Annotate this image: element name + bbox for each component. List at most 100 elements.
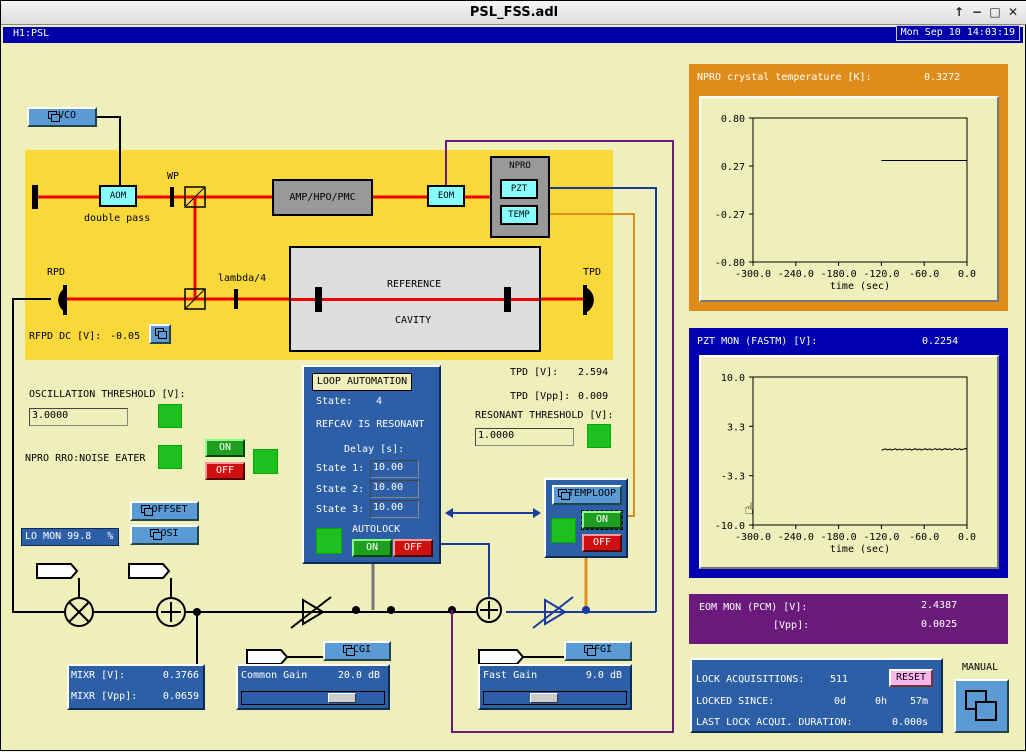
npro-temp-value: 0.3272 <box>924 72 961 83</box>
fast-gain-slider-thumb[interactable] <box>530 693 558 703</box>
tpd-v-value: 2.594 <box>578 367 609 378</box>
common-gain-label: Common Gain <box>241 670 308 681</box>
manual-button[interactable] <box>954 679 1009 733</box>
common-gain-slider[interactable] <box>241 691 385 705</box>
common-gain-slider-thumb[interactable] <box>328 693 356 703</box>
temploop-button[interactable]: TEMPLOOP <box>552 485 622 505</box>
y-tick-label: 0.80 <box>721 114 745 125</box>
x-tick-label: -240.0 <box>778 269 814 280</box>
common-gain-panel: Common Gain 20.0 dB <box>236 664 390 710</box>
cavity-label: CAVITY <box>395 315 432 326</box>
mixr-v-label: MIXR [V]: <box>71 670 126 681</box>
locked-since-days: 0d <box>834 696 847 707</box>
temploop-on-button[interactable]: ON <box>581 510 623 530</box>
y-tick-label: -10.0 <box>715 521 745 532</box>
common-gain-value: 20.0 dB <box>337 670 380 681</box>
rfpd-related-button[interactable] <box>149 324 171 344</box>
cavity-mirror-out <box>504 287 511 312</box>
cgi-button[interactable]: CGI <box>323 641 391 661</box>
amp-box: AMP/HPO/PMC <box>272 179 373 216</box>
loop-state3-input[interactable]: 10.00 <box>370 500 419 518</box>
x-tick-label: -300.0 <box>735 269 771 280</box>
oscillation-input[interactable]: 3.0000 <box>29 408 128 426</box>
loop-state2-label: State 2: <box>316 484 365 495</box>
resonant-indicator <box>587 424 611 448</box>
series-line <box>881 447 968 451</box>
offset-button[interactable]: OFFSET <box>130 501 199 521</box>
double-pass-label: double pass <box>84 213 151 224</box>
manual-window-icon-front <box>975 701 997 721</box>
locked-since-minutes: 57m <box>910 696 929 707</box>
pzt-mon-plot: 10.0 3.3 -3.3 -10.0 -300.0 -240.0 -180.0 -120.0… <box>699 355 999 569</box>
lambda4-label: lambda/4 <box>218 273 267 284</box>
wp-label: WP <box>167 171 180 182</box>
noise-eater-status-indicator <box>253 449 278 474</box>
oscillation-label: OSCILLATION THRESHOLD [V]: <box>29 389 186 400</box>
cavity-mirror-in <box>315 287 322 312</box>
resonant-threshold-label: RESONANT THRESHOLD [V]: <box>475 410 614 421</box>
npro-temp-chart: 0.80 0.27 -0.27 -0.80-300.0 -240.0 -180.0 -120… <box>715 114 976 292</box>
loop-state2-input[interactable]: 10.00 <box>370 480 419 498</box>
fss-window: PSL_FSS.adl ↑ − □ ✕ H1:PSL Mon Sep 10 14… <box>0 0 1026 751</box>
x-tick-label: -180.0 <box>821 269 857 280</box>
lo-mon-label: LO MON <box>25 531 62 542</box>
aom-box: AOM <box>99 185 137 207</box>
window-icon <box>557 489 570 500</box>
noise-eater-off-button[interactable]: OFF <box>205 462 245 480</box>
x-tick-label: -180.0 <box>821 532 857 543</box>
cavity-beam <box>291 298 539 301</box>
tpd-vpp-value: 0.009 <box>578 391 609 402</box>
autolock-on-button[interactable]: ON <box>352 539 392 557</box>
fast-gain-value: 9.0 dB <box>585 670 622 681</box>
autolock-off-button[interactable]: OFF <box>393 539 433 557</box>
mixr-vpp-value: 0.0659 <box>162 691 199 702</box>
x-tick-label: -60.0 <box>909 269 939 280</box>
loop-status-text: REFCAV IS RESONANT <box>316 419 425 430</box>
npro-temp-frame: NPRO crystal temperature [K]: 0.3272 0.8… <box>689 64 1008 311</box>
eom-mon-vpp-value: 0.0025 <box>921 619 958 630</box>
eom-box: EOM <box>427 185 465 207</box>
loop-delay-label: Delay [s]: <box>344 444 405 455</box>
hand-cursor-icon: ☝ <box>744 499 754 518</box>
autolock-indicator <box>316 528 342 554</box>
lo-mon-value: 99.8 <box>67 531 92 542</box>
eom-mon-value: 2.4387 <box>921 600 958 611</box>
pzt-mon-chart: 10.0 3.3 -3.3 -10.0-300.0 -240.0 -180.0 -120.0… <box>715 373 976 555</box>
pzt-box: PZT <box>500 179 538 199</box>
lock-stats-panel: LOCK ACQUISITIONS: 511 RESET LOCKED SINC… <box>690 658 943 733</box>
reference-label: REFERENCE <box>387 279 442 290</box>
temp-box: TEMP <box>500 205 538 225</box>
pzt-mon-frame: PZT MON (FASTM) [V]: 0.2254 10.0 3.3 -3.3 -… <box>689 328 1008 578</box>
window-icon <box>583 645 596 656</box>
fast-gain-slider[interactable] <box>483 691 627 705</box>
x-tick-label: 0.0 <box>958 532 976 543</box>
loop-automation-panel: LOOP AUTOMATION State: 4 REFCAV IS RESON… <box>302 365 441 564</box>
mixr-vpp-label: MIXR [Vpp]: <box>71 691 138 702</box>
lo-mon-display: LO MON 99.8 % <box>21 528 119 546</box>
plot-area <box>752 117 968 263</box>
noise-eater-label: NPRO RRO:NOISE EATER <box>25 453 146 464</box>
noise-eater-on-button[interactable]: ON <box>205 439 245 457</box>
loop-state1-input[interactable]: 10.00 <box>370 460 419 478</box>
loop-state-value: 4 <box>376 396 383 407</box>
oscillation-indicator <box>158 404 182 428</box>
locked-since-hours: 0h <box>875 696 888 707</box>
window-icon <box>155 328 167 339</box>
fast-gain-label: Fast Gain <box>483 670 538 681</box>
reset-button[interactable]: RESET <box>889 669 933 687</box>
npro-temp-title: NPRO crystal temperature [K]: <box>697 72 872 83</box>
last-lock-value: 0.000s <box>892 717 929 728</box>
resonant-threshold-input[interactable]: 1.0000 <box>475 428 574 446</box>
noise-eater-indicator <box>158 445 182 469</box>
fgi-button[interactable]: FGI <box>564 641 632 661</box>
fast-gain-panel: Fast Gain 9.0 dB <box>478 664 632 710</box>
osi-button[interactable]: OSI <box>130 525 199 545</box>
mixr-panel: MIXR [V]: 0.3766 MIXR [Vpp]: 0.0659 <box>67 664 205 710</box>
y-tick-label: 3.3 <box>727 422 745 433</box>
vco-button[interactable]: VCO <box>27 107 97 127</box>
temploop-off-button[interactable]: OFF <box>582 534 622 552</box>
y-tick-label: -3.3 <box>721 472 745 483</box>
eom-mon-label: EOM MON (PCM) [V]: <box>699 602 808 613</box>
window-icon <box>150 529 163 540</box>
lo-mon-unit: % <box>107 531 114 542</box>
